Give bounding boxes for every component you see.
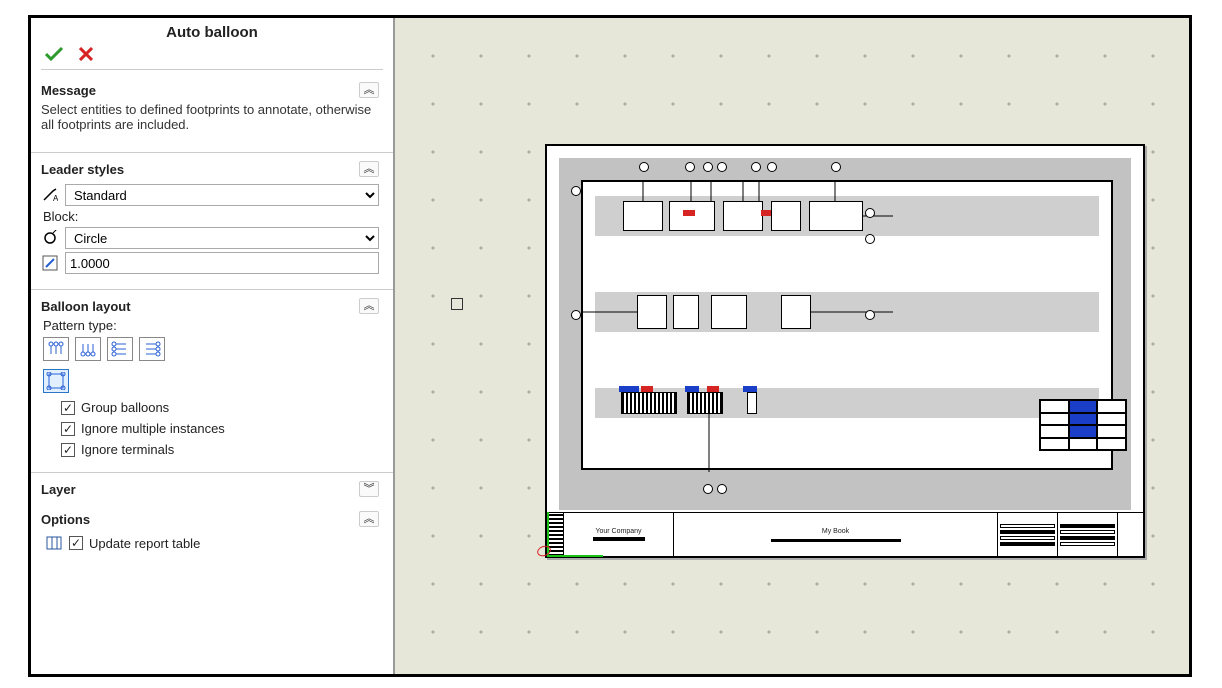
panel-enclosure <box>581 180 1113 470</box>
property-panel: Auto balloon Message ︽ Select entities t… <box>31 18 395 674</box>
cancel-icon[interactable] <box>79 47 93 61</box>
leader-styles-section: Leader styles ︽ A Standard Block: Circle <box>31 152 393 283</box>
expand-icon[interactable]: ︾ <box>359 481 379 497</box>
message-text: Select entities to defined footprints to… <box>41 102 379 140</box>
balloon-layout-section: Balloon layout ︽ Pattern type: <box>31 289 393 466</box>
collapse-icon[interactable]: ︽ <box>359 298 379 314</box>
message-heading: Message <box>41 83 96 98</box>
title-block: Your Company My Book <box>547 512 1143 556</box>
pattern-top-button[interactable] <box>43 337 69 361</box>
sheet-title: My Book <box>674 528 997 535</box>
drawing-canvas[interactable]: Your Company My Book <box>395 18 1189 674</box>
leader-styles-heading: Leader styles <box>41 162 124 177</box>
block-label: Block: <box>41 209 379 224</box>
table-icon <box>45 534 63 552</box>
ignore-terminals-checkbox[interactable]: Ignore terminals <box>41 439 379 460</box>
collapse-icon[interactable]: ︽ <box>359 161 379 177</box>
block-shape-dropdown[interactable]: Circle <box>65 227 379 249</box>
balloon-layout-heading: Balloon layout <box>41 299 131 314</box>
ignore-multiple-checkbox[interactable]: Ignore multiple instances <box>41 418 379 439</box>
leader-style-icon: A <box>41 186 59 204</box>
block-shape-icon <box>41 229 59 247</box>
options-heading: Options <box>41 512 90 527</box>
message-section: Message ︽ Select entities to defined foo… <box>31 78 393 146</box>
scale-input[interactable] <box>65 252 379 274</box>
collapse-icon[interactable]: ︽ <box>359 82 379 98</box>
pattern-right-button[interactable] <box>139 337 165 361</box>
panel-title: Auto balloon <box>31 18 393 45</box>
origin-x-axis-icon <box>547 555 603 557</box>
leader-style-dropdown[interactable]: Standard <box>65 184 379 206</box>
company-name: Your Company <box>564 528 673 535</box>
scale-icon <box>41 254 59 272</box>
update-report-checkbox[interactable] <box>69 536 83 550</box>
layer-section: Layer ︾ <box>31 472 393 507</box>
collapse-icon[interactable]: ︽ <box>359 511 379 527</box>
pattern-left-button[interactable] <box>107 337 133 361</box>
options-section: Options ︽ Update report table <box>31 507 393 561</box>
pattern-bottom-button[interactable] <box>75 337 101 361</box>
pattern-square-button[interactable] <box>43 369 69 393</box>
pattern-type-label: Pattern type: <box>41 318 379 333</box>
canvas-glyph-icon <box>451 298 463 310</box>
confirm-icon[interactable] <box>45 47 63 61</box>
svg-text:A: A <box>53 194 58 203</box>
legend-table <box>1039 399 1127 451</box>
group-balloons-checkbox[interactable]: Group balloons <box>41 397 379 418</box>
drawing-sheet: Your Company My Book <box>545 144 1145 558</box>
layer-heading: Layer <box>41 482 76 497</box>
